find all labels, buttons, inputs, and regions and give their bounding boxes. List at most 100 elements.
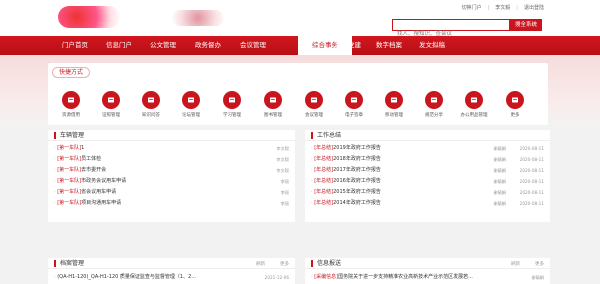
list-item[interactable]: · [年总结]2019年政府工作报告 谢毓娟 2020-08-11 (311, 144, 544, 153)
item-author: 谢毓娟 (493, 146, 506, 151)
qa-icon (142, 91, 160, 109)
quick-item-7[interactable]: 电子签章 (335, 91, 373, 118)
quick-item-label: 资源借用 (62, 113, 80, 118)
nav-supervision[interactable]: 政务督办 (187, 36, 229, 55)
study-icon (223, 91, 241, 109)
quick-title: 快捷方式 (52, 67, 91, 78)
main-nav: 门户首页 信息门户 公文管理 政务督办 会议管理 综合事务 智慧党建 数字档案 … (0, 36, 600, 55)
nav-info-portal[interactable]: 信息门户 (98, 36, 140, 55)
list-item[interactable]: · [年总结]2017年政府工作报告 谢毓娟 2020-08-11 (311, 166, 544, 175)
logo (58, 6, 120, 28)
vehicle-title: 车辆管理 (54, 132, 84, 139)
info-refresh[interactable]: 刷新 (511, 261, 520, 267)
nav-draft[interactable]: 发文拟稿 (411, 36, 453, 55)
quick-item-label: 更多 (510, 113, 520, 118)
logout-link[interactable]: 退出登陆 (524, 4, 544, 11)
item-author: 谢毓娟 (493, 201, 506, 206)
list-item[interactable]: · [年总结]2014年政府工作报告 谢毓娟 2020-08-11 (311, 199, 544, 208)
quick-item-3[interactable]: 论坛管理 (172, 91, 210, 118)
user-name[interactable]: 李文毅 (495, 4, 510, 11)
item-tag: [采编信息] (314, 274, 339, 280)
item-title[interactable]: 2019年政府工作报告 (333, 145, 381, 151)
quick-item-label: 规范分享 (425, 113, 443, 118)
work-summary-panel: 工作总结 · [年总结]2019年政府工作报告 谢毓娟 2020-08-11 · [年… (305, 130, 550, 222)
item-title[interactable]: 2015年政府工作报告 (333, 189, 381, 195)
item-title[interactable]: 1 (81, 145, 84, 151)
item-title[interactable]: 2017年政府工作报告 (333, 167, 381, 173)
quick-item-1[interactable]: 证照管理 (92, 91, 130, 118)
quick-item-label: 证照管理 (102, 113, 120, 118)
list-item[interactable]: · [第一车队]省会议用车申请 李丽 (54, 188, 289, 197)
item-title[interactable]: 市政务会议用车申请 (81, 178, 126, 184)
quick-item-label: 图书管理 (264, 113, 282, 118)
item-title[interactable]: 项目沟通用车申请 (81, 200, 121, 206)
list-item[interactable]: · [第一车队]项目沟通用车申请 李丽 (54, 199, 289, 208)
bag-icon (62, 91, 80, 109)
item-title[interactable]: 去市委开会 (81, 167, 106, 173)
list-item[interactable]: · [年总结]2018年政府工作报告 谢毓娟 2020-08-11 (311, 155, 544, 164)
item-title[interactable]: 2014年政府工作报告 (333, 200, 381, 206)
item-author: 谢毓娟 (493, 168, 506, 173)
item-author: 李丽 (280, 190, 289, 195)
list-item[interactable]: · (QA-H1-120)_QA-H1-120 质量保证监查与监督管理（1、2.… (54, 273, 289, 282)
nav-portal-home[interactable]: 门户首页 (54, 36, 96, 55)
info-title: 信息报送 (311, 260, 341, 267)
switch-portal-link[interactable]: 切换门户 (462, 4, 482, 11)
quick-item-5[interactable]: 图书管理 (254, 91, 292, 118)
item-author: 李文毅 (276, 168, 289, 173)
item-tag: [年总结] (314, 178, 334, 184)
item-tag: [第一车队] (57, 156, 82, 162)
item-tag: [第一车队] (57, 189, 82, 195)
list-item[interactable]: · [采编信息]国务院关于进一步支持精准农业高新技术产业示范区发展若... 谢毓娟 (311, 273, 544, 282)
system-name-blurred (172, 10, 224, 26)
item-date: 2020-08-11 (519, 157, 544, 162)
item-date: 2021-12-06 (264, 275, 289, 280)
item-author: 李丽 (280, 201, 289, 206)
quick-item-6[interactable]: 会议管理 (295, 91, 333, 118)
item-tag: [第一车队] (57, 200, 82, 206)
item-date: 2020-08-11 (519, 168, 544, 173)
archive-more[interactable]: 更多 (280, 261, 289, 267)
list-item[interactable]: · [第一车队]去市委开会 李文毅 (54, 166, 289, 175)
item-title[interactable]: 2016年政府工作报告 (333, 178, 381, 184)
item-date: 2020-08-11 (519, 190, 544, 195)
archive-refresh[interactable]: 刷新 (256, 261, 265, 267)
item-author: 李文毅 (276, 146, 289, 151)
nav-document-mgmt[interactable]: 公文管理 (142, 36, 184, 55)
item-tag: [年总结] (314, 167, 334, 173)
list-item[interactable]: · [年总结]2015年政府工作报告 谢毓娟 2020-08-11 (311, 188, 544, 197)
item-tag: [第一车队] (57, 178, 82, 184)
nav-meeting-mgmt[interactable]: 会议管理 (232, 36, 274, 55)
list-item[interactable]: · [第一车队]员工体检 李文毅 (54, 155, 289, 164)
list-item[interactable]: · [第一车队]市政务会议用车申请 李丽 (54, 177, 289, 186)
nav-smart-party[interactable]: 智慧党建 (327, 36, 369, 55)
item-tag: [年总结] (314, 189, 334, 195)
item-author: 谢毓娟 (493, 157, 506, 162)
item-title[interactable]: 员工体检 (81, 156, 101, 162)
list-item[interactable]: · [第一车队]1 李文毅 (54, 144, 289, 153)
quick-item-9[interactable]: 规范分享 (415, 91, 453, 118)
quick-item-0[interactable]: 资源借用 (52, 91, 90, 118)
quick-item-10[interactable]: 办公用品管理 (455, 91, 493, 118)
search-button[interactable]: 搜全系统 (510, 19, 542, 31)
nav-digital-archive[interactable]: 数字档案 (368, 36, 410, 55)
quick-item-4[interactable]: 学习管理 (213, 91, 251, 118)
quick-item-label: 电子签章 (345, 113, 363, 118)
item-author: 谢毓娟 (493, 179, 506, 184)
quick-item-label: 知识问答 (142, 113, 160, 118)
info-more[interactable]: 更多 (535, 261, 544, 267)
quick-item-label: 移动管理 (385, 113, 403, 118)
quick-item-11[interactable]: 更多 (496, 91, 534, 118)
item-title[interactable]: 国务院关于进一步支持精准农业高新技术产业示范区发展若... (338, 274, 473, 280)
quick-item-label: 学习管理 (223, 113, 241, 118)
header: 切换门户 | 李文毅 | 退出登陆 搜全系统 (0, 0, 600, 39)
item-title[interactable]: 2018年政府工作报告 (333, 156, 381, 162)
quick-item-2[interactable]: 知识问答 (132, 91, 170, 118)
meeting-icon (305, 91, 323, 109)
book-icon (264, 91, 282, 109)
archive-panel: 档案管理 刷新 更多 · (QA-H1-120)_QA-H1-120 质量保证监… (48, 258, 295, 284)
item-title[interactable]: 省会议用车申请 (81, 189, 116, 195)
list-item[interactable]: · [年总结]2016年政府工作报告 谢毓娟 2020-08-11 (311, 177, 544, 186)
item-title[interactable]: (QA-H1-120)_QA-H1-120 质量保证监查与监督管理（1、2... (57, 274, 196, 280)
quick-item-8[interactable]: 移动管理 (375, 91, 413, 118)
